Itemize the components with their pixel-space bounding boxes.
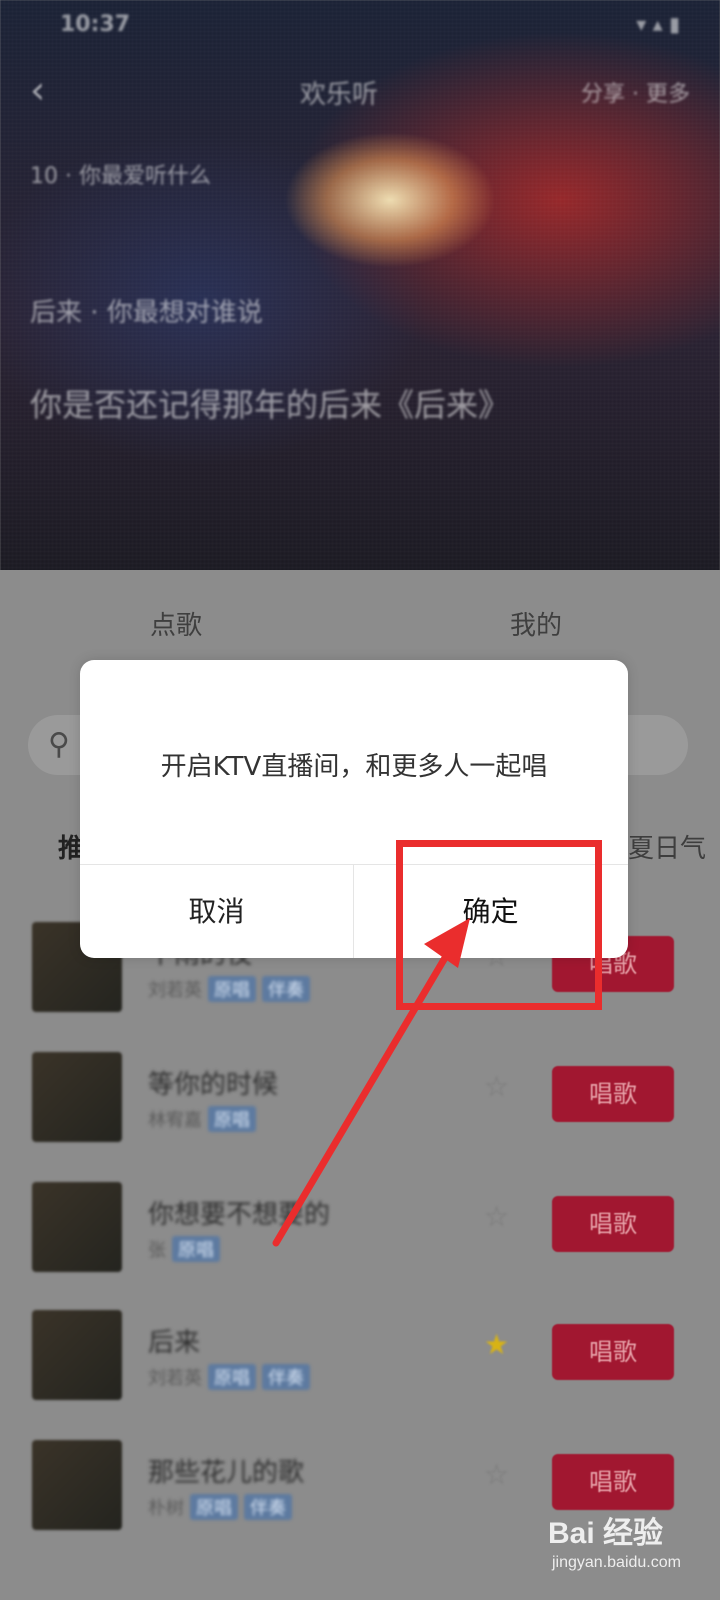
annotation-arrow-icon [272,918,470,1247]
watermark-url: jingyan.baidu.com [552,1554,681,1571]
watermark-logo: Bai 经验 [548,1517,664,1550]
baidu-jingyan-watermark: Bai 经验 jingyan.baidu.com [548,1508,718,1588]
